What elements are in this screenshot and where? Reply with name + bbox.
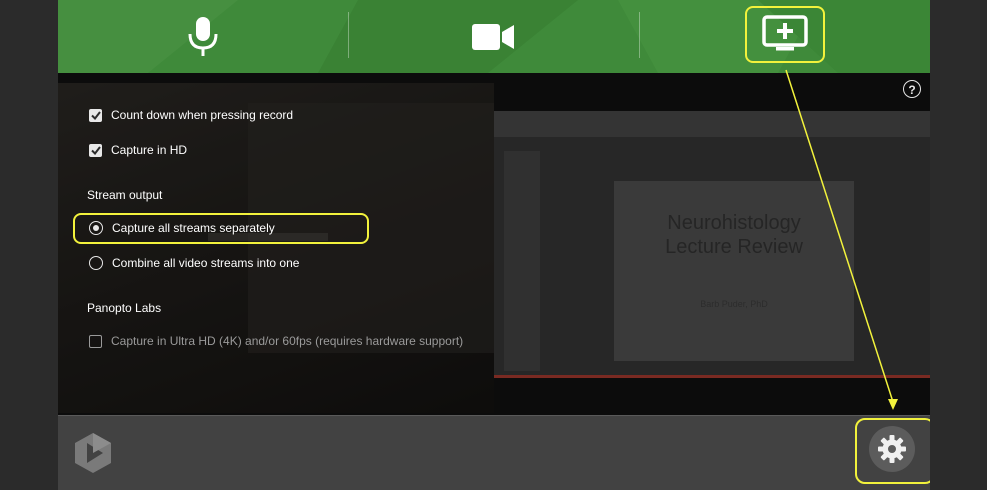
screen-preview: Neurohistology Lecture Review Barb Puder… bbox=[494, 111, 930, 375]
panopto-logo-icon bbox=[75, 433, 111, 473]
capture-hd-checkbox[interactable] bbox=[89, 143, 102, 157]
audio-source-button[interactable] bbox=[158, 0, 248, 73]
checkmark-icon bbox=[90, 145, 101, 155]
video-source-button[interactable] bbox=[448, 0, 538, 73]
video-camera-icon bbox=[472, 23, 514, 50]
countdown-label: Count down when pressing record bbox=[111, 108, 294, 122]
help-icon[interactable]: ? bbox=[903, 80, 921, 98]
radio-button[interactable] bbox=[89, 256, 103, 270]
ultra-hd-checkbox[interactable] bbox=[89, 334, 102, 348]
toolbar-divider bbox=[639, 12, 640, 58]
toolbar-divider bbox=[348, 12, 349, 58]
ultra-hd-label: Capture in Ultra HD (4K) and/or 60fps (r… bbox=[111, 334, 464, 348]
add-screen-highlight bbox=[745, 6, 825, 63]
preview-stage: Neurohistology Lecture Review Barb Puder… bbox=[58, 73, 930, 415]
source-toolbar bbox=[58, 0, 930, 73]
stream-option-highlight bbox=[73, 213, 369, 244]
microphone-icon bbox=[188, 16, 218, 56]
stream-option-combine[interactable]: Combine all video streams into one bbox=[89, 256, 299, 270]
capture-hd-label: Capture in HD bbox=[111, 143, 188, 157]
checkmark-icon bbox=[90, 110, 101, 120]
settings-highlight bbox=[855, 418, 930, 484]
countdown-option[interactable]: Count down when pressing record bbox=[89, 108, 293, 122]
camera-preview bbox=[58, 83, 494, 413]
stream-output-heading: Stream output bbox=[87, 188, 163, 202]
panopto-labs-heading: Panopto Labs bbox=[87, 301, 162, 315]
recorder-app: Neurohistology Lecture Review Barb Puder… bbox=[58, 0, 930, 490]
countdown-checkbox[interactable] bbox=[89, 108, 102, 122]
stream-option-label: Combine all video streams into one bbox=[112, 256, 300, 270]
bottom-bar bbox=[58, 415, 930, 490]
capture-hd-option[interactable]: Capture in HD bbox=[89, 143, 187, 157]
ultra-hd-option[interactable]: Capture in Ultra HD (4K) and/or 60fps (r… bbox=[89, 334, 463, 348]
